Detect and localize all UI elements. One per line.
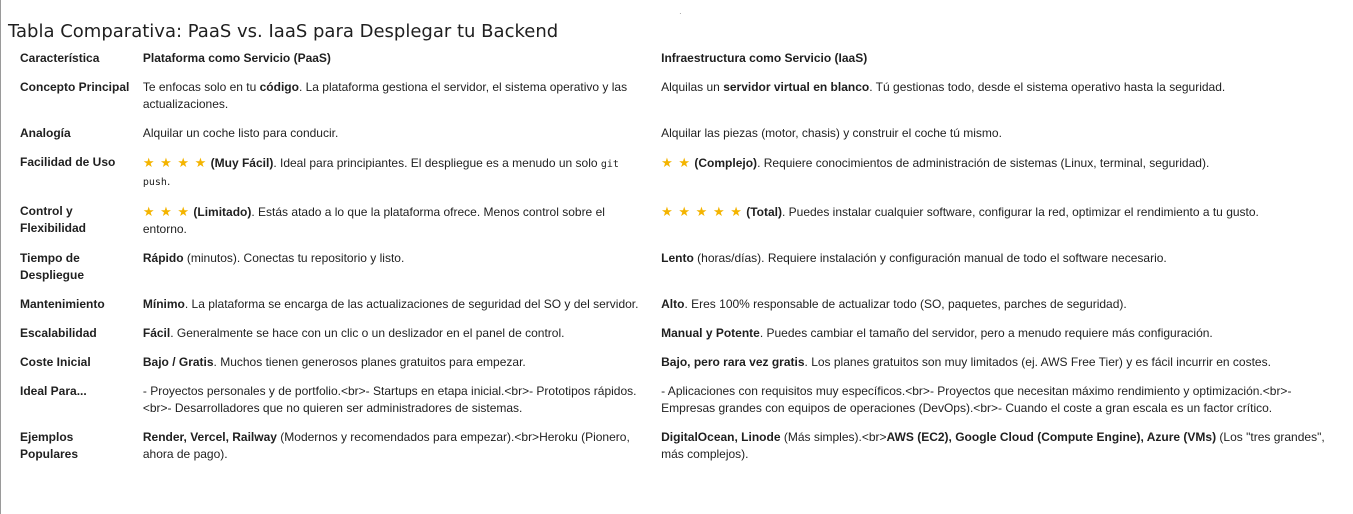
table-row: Tiempo de Despliegue Rápido (minutos). Co…: [14, 246, 1350, 292]
paas-cell: Te enfocas solo en tu código. La platafo…: [137, 75, 655, 121]
paas-cell: Rápido (minutos). Conectas tu repositori…: [137, 246, 655, 292]
header-feature: Característica: [20, 51, 100, 65]
paas-cell: Render, Vercel, Railway (Modernos y reco…: [137, 425, 655, 471]
table-header-row: Característica Plataforma como Servicio …: [14, 46, 1350, 75]
cell-text: . Tú gestionas todo, desde el sistema op…: [869, 80, 1226, 94]
cell-text: . Muchos tienen generosos planes gratuit…: [213, 355, 526, 369]
cell-text: . Puedes cambiar el tamaño del servidor,…: [759, 326, 1213, 340]
paas-cell: Bajo / Gratis. Muchos tienen generosos p…: [137, 350, 655, 379]
bold-text: código: [259, 80, 299, 94]
iaas-cell: DigitalOcean, Linode (Más simples).<br>A…: [655, 425, 1350, 471]
table-row: Control y Flexibilidad ★ ★ ★ (Limitado). …: [14, 199, 1350, 246]
star-rating-icon: ★ ★ ★ ★: [142, 155, 208, 170]
iaas-cell: Alquilar las piezas (motor, chasis) y co…: [655, 121, 1350, 150]
bold-text: DigitalOcean, Linode: [661, 430, 781, 444]
paas-cell: Fácil. Generalmente se hace con un clic …: [137, 321, 655, 350]
table-row: Concepto Principal Te enfocas solo en tu …: [14, 75, 1350, 121]
cell-text: (Más simples).<br>: [780, 430, 887, 444]
cell-text: - Proyectos personales y de portfolio.<b…: [142, 384, 637, 415]
star-rating-icon: ★ ★: [661, 155, 692, 170]
cell-text: .: [166, 174, 171, 188]
cell-text: Alquilas un: [661, 80, 724, 94]
cell-text: . Ideal para principiantes. El despliegu…: [273, 156, 601, 170]
feature-cell: Tiempo de Despliegue: [20, 251, 85, 282]
cell-text: . Los planes gratuitos son muy limitados…: [804, 355, 1271, 369]
iaas-cell: Bajo, pero rara vez gratis. Los planes g…: [655, 350, 1350, 379]
star-rating-icon: ★ ★ ★: [142, 204, 191, 219]
bold-text: Rápido: [142, 251, 184, 265]
star-rating-icon: ★ ★ ★ ★ ★: [661, 204, 743, 219]
paas-cell: ★ ★ ★ ★ (Muy Fácil). Ideal para principi…: [137, 150, 655, 199]
feature-cell: Mantenimiento: [20, 297, 105, 311]
bold-text: AWS (EC2), Google Cloud (Compute Engine)…: [886, 430, 1217, 444]
cell-text: . Puedes instalar cualquier software, co…: [781, 205, 1259, 219]
paas-cell: Alquilar un coche listo para conducir.: [137, 121, 655, 150]
paas-cell: Mínimo. La plataforma se encarga de las …: [137, 292, 655, 321]
bold-text: Fácil: [142, 326, 171, 340]
iaas-cell: Alto. Eres 100% responsable de actualiza…: [655, 292, 1350, 321]
window-left-border: [0, 0, 1, 514]
table-body: Concepto Principal Te enfocas solo en tu …: [14, 75, 1350, 471]
table-row: Ideal Para... - Proyectos personales y de…: [14, 379, 1350, 425]
table-row: Escalabilidad Fácil. Generalmente se hace…: [14, 321, 1350, 350]
feature-cell: Concepto Principal: [20, 80, 130, 94]
cell-text: . Generalmente se hace con un clic o un …: [170, 326, 565, 340]
table-row: Analogía Alquilar un coche listo para con…: [14, 121, 1350, 150]
feature-cell: Control y Flexibilidad: [20, 204, 87, 235]
iaas-cell: ★ ★ (Complejo). Requiere conocimientos d…: [655, 150, 1350, 199]
bold-text: Manual y Potente: [661, 326, 760, 340]
iaas-cell: Manual y Potente. Puedes cambiar el tama…: [655, 321, 1350, 350]
bold-text: Lento: [661, 251, 694, 265]
bold-text: (Total): [742, 205, 782, 219]
bold-text: Render, Vercel, Railway: [142, 430, 277, 444]
cell-text: Alquilar un coche listo para conducir.: [142, 126, 339, 140]
comparison-table: Característica Plataforma como Servicio …: [14, 46, 1350, 471]
cell-text: . La plataforma se encarga de las actual…: [184, 297, 639, 311]
feature-cell: Ideal Para...: [20, 384, 87, 398]
header-iaas: Infraestructura como Servicio (IaaS): [661, 51, 868, 65]
cell-text: (minutos). Conectas tu repositorio y lis…: [183, 251, 405, 265]
decorative-dot: ·: [679, 9, 682, 18]
iaas-cell: Alquilas un servidor virtual en blanco. …: [655, 75, 1350, 121]
iaas-cell: Lento (horas/días). Requiere instalación…: [655, 246, 1350, 292]
feature-cell: Escalabilidad: [20, 326, 97, 340]
bold-text: (Muy Fácil): [207, 156, 274, 170]
table-row: Facilidad de Uso ★ ★ ★ ★ (Muy Fácil). Ide…: [14, 150, 1350, 199]
bold-text: Alto: [661, 297, 685, 311]
cell-text: . Eres 100% responsable de actualizar to…: [684, 297, 1127, 311]
bold-text: (Limitado): [190, 205, 252, 219]
bold-text: Mínimo: [142, 297, 185, 311]
bold-text: servidor virtual en blanco: [723, 80, 870, 94]
bold-text: Bajo, pero rara vez gratis: [661, 355, 805, 369]
iaas-cell: - Aplicaciones con requisitos muy especí…: [655, 379, 1350, 425]
header-paas: Plataforma como Servicio (PaaS): [142, 51, 331, 65]
feature-cell: Coste Inicial: [20, 355, 91, 369]
paas-cell: - Proyectos personales y de portfolio.<b…: [137, 379, 655, 425]
bold-text: Bajo / Gratis: [142, 355, 214, 369]
cell-text: Te enfocas solo en tu: [142, 80, 260, 94]
page-title: Tabla Comparativa: PaaS vs. IaaS para De…: [8, 21, 559, 42]
table-row: Coste Inicial Bajo / Gratis. Muchos tiene…: [14, 350, 1350, 379]
table-row: Ejemplos Populares Render, Vercel, Railwa…: [14, 425, 1350, 471]
iaas-cell: ★ ★ ★ ★ ★ (Total). Puedes instalar cualq…: [655, 199, 1350, 246]
cell-text: (horas/días). Requiere instalación y con…: [693, 251, 1167, 265]
table-row: Mantenimiento Mínimo. La plataforma se en…: [14, 292, 1350, 321]
bold-text: (Complejo): [691, 156, 758, 170]
paas-cell: ★ ★ ★ (Limitado). Estás atado a lo que l…: [137, 199, 655, 246]
feature-cell: Facilidad de Uso: [20, 155, 116, 169]
cell-text: . Requiere conocimientos de administraci…: [757, 156, 1210, 170]
cell-text: Alquilar las piezas (motor, chasis) y co…: [661, 126, 1002, 140]
feature-cell: Ejemplos Populares: [20, 430, 79, 461]
feature-cell: Analogía: [20, 126, 71, 140]
cell-text: - Aplicaciones con requisitos muy especí…: [661, 384, 1292, 415]
